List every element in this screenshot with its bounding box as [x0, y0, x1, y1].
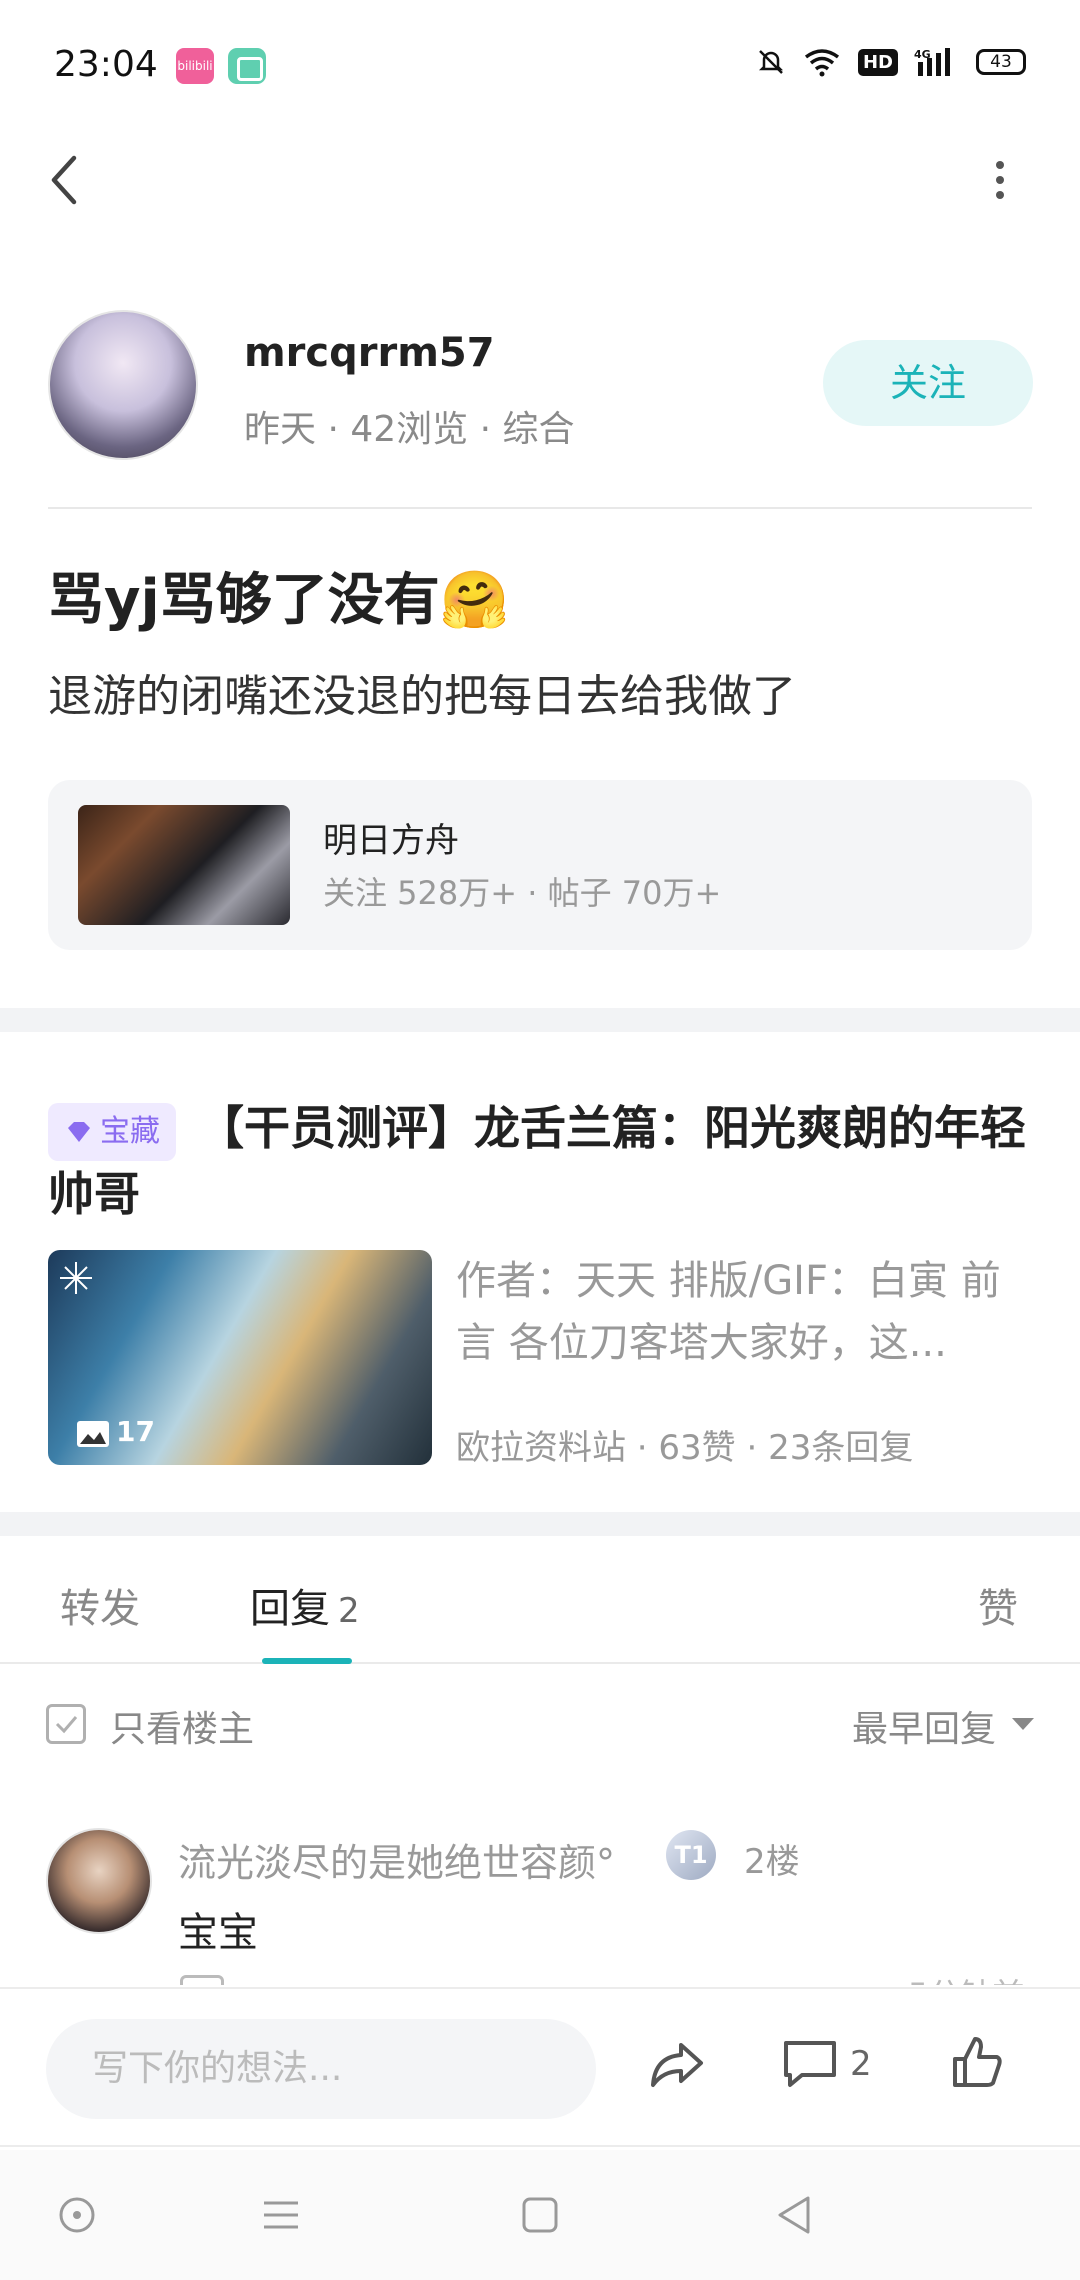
commenter-avatar[interactable] [46, 1828, 152, 1934]
recommended-description: 作者：天天 排版/GIF：白寅 前言 各位刀客塔大家好，这... [456, 1258, 1001, 1366]
bilibili-app-icon: bilibili [176, 48, 214, 84]
recommended-thumbnail[interactable]: 17 [48, 1250, 432, 1465]
forum-thumbnail [78, 805, 290, 925]
sort-dropdown[interactable]: 最早回复 [852, 1700, 996, 1752]
diamond-icon [68, 1121, 90, 1142]
reply-icon[interactable] [180, 1975, 224, 1985]
battery-icon: 43 [976, 49, 1026, 75]
op-only-label[interactable]: 只看楼主 [110, 1700, 254, 1752]
section-divider [0, 1008, 1080, 1032]
like-button[interactable] [945, 2031, 1009, 2099]
floor-number: 2楼 [744, 1842, 800, 1882]
circle-dot-icon [59, 2197, 95, 2233]
tab-like[interactable]: 赞 [978, 1576, 1018, 1634]
section-divider [0, 1512, 1080, 1536]
back-nav-button[interactable] [770, 2190, 820, 2240]
author-avatar[interactable] [48, 310, 198, 460]
recommended-post-title[interactable]: 宝藏 【干员测评】龙舌兰篇：阳光爽朗的年轻帅哥 [48, 1095, 1032, 1227]
triangle-back-icon [778, 2196, 810, 2234]
divider [48, 507, 1032, 509]
more-button[interactable] [980, 155, 1020, 205]
tab-indicator [262, 1658, 352, 1664]
home-nav-button[interactable] [515, 2190, 565, 2240]
comment-button[interactable] [780, 2031, 840, 2099]
image-icon [77, 1421, 109, 1447]
image-count: 17 [116, 1415, 155, 1448]
more-vertical-icon [996, 161, 1004, 199]
back-button[interactable] [42, 150, 92, 210]
post-title: 骂yj骂够了没有🤗 [48, 568, 510, 633]
forum-name: 明日方舟 [323, 821, 459, 861]
sparkle-icon [60, 1262, 92, 1294]
reply-tabs: 转发 回复 2 赞 [0, 1540, 1080, 1664]
tab-reply[interactable]: 回复 2 [250, 1576, 360, 1634]
status-icons: HD 4G 43 [756, 46, 1026, 78]
tab-reply-label: 回复 [250, 1586, 330, 1632]
bottom-action-bar: 写下你的想法... 2 [0, 1987, 1080, 2147]
comment-icon [784, 2041, 836, 2087]
signal-4g-icon: 4G [914, 48, 950, 76]
forum-stats: 关注 528万+ · 帖子 70万+ [323, 874, 722, 912]
filter-row: 只看楼主 最早回复 [0, 1690, 1080, 1760]
author-name[interactable]: mrcqrrm57 [244, 330, 495, 376]
assistant-nav-button[interactable] [52, 2190, 102, 2240]
op-only-checkbox[interactable] [46, 1704, 86, 1744]
comment-input[interactable]: 写下你的想法... [46, 2019, 596, 2119]
forum-card[interactable]: 明日方舟 关注 528万+ · 帖子 70万+ [48, 780, 1032, 950]
treasure-badge: 宝藏 [48, 1102, 176, 1161]
recommended-meta: 欧拉资料站 · 63赞 · 23条回复 [456, 1428, 914, 1468]
tab-forward[interactable]: 转发 [60, 1576, 140, 1634]
mute-bell-icon [758, 50, 784, 74]
tab-reply-count: 2 [338, 1591, 360, 1631]
menu-nav-button[interactable] [256, 2190, 306, 2240]
hd-icon: HD [857, 48, 898, 76]
caret-down-icon [1012, 1718, 1034, 1730]
follow-button[interactable]: 关注 [823, 340, 1033, 426]
comment-text: 宝宝 [178, 1910, 258, 1956]
commenter-name[interactable]: 流光淡尽的是她绝世容颜° [178, 1832, 615, 1887]
treasure-badge-label: 宝藏 [100, 1113, 160, 1149]
post-body: 退游的闭嘴还没退的把每日去给我做了 [48, 671, 796, 722]
wifi-icon [804, 49, 840, 77]
thumbs-up-icon [953, 2037, 1002, 2087]
comment-item: 流光淡尽的是她绝世容颜° T1 2楼 宝宝 5分钟前 [0, 1810, 1080, 1985]
system-nav-bar [0, 2150, 1080, 2280]
app-notification-icon [228, 48, 266, 84]
share-button[interactable] [645, 2031, 709, 2099]
share-icon [651, 2043, 703, 2087]
status-bar: 23:04 bilibili HD 4G 43 [0, 0, 1080, 130]
chevron-left-icon [51, 155, 77, 205]
comment-count: 2 [850, 2044, 872, 2084]
author-header: mrcqrrm57 昨天 · 42浏览 · 综合 关注 [48, 310, 1033, 460]
check-icon [55, 1716, 78, 1734]
level-badge: T1 [666, 1830, 716, 1880]
comment-time: 5分钟前 [908, 1970, 1024, 1985]
menu-icon [264, 2201, 298, 2229]
status-time: 23:04 [54, 44, 158, 85]
recommended-title-text: 【干员测评】龙舌兰篇：阳光爽朗的年轻帅哥 [48, 1101, 1026, 1221]
square-icon [522, 2197, 558, 2233]
post-meta: 昨天 · 42浏览 · 综合 [244, 409, 575, 450]
